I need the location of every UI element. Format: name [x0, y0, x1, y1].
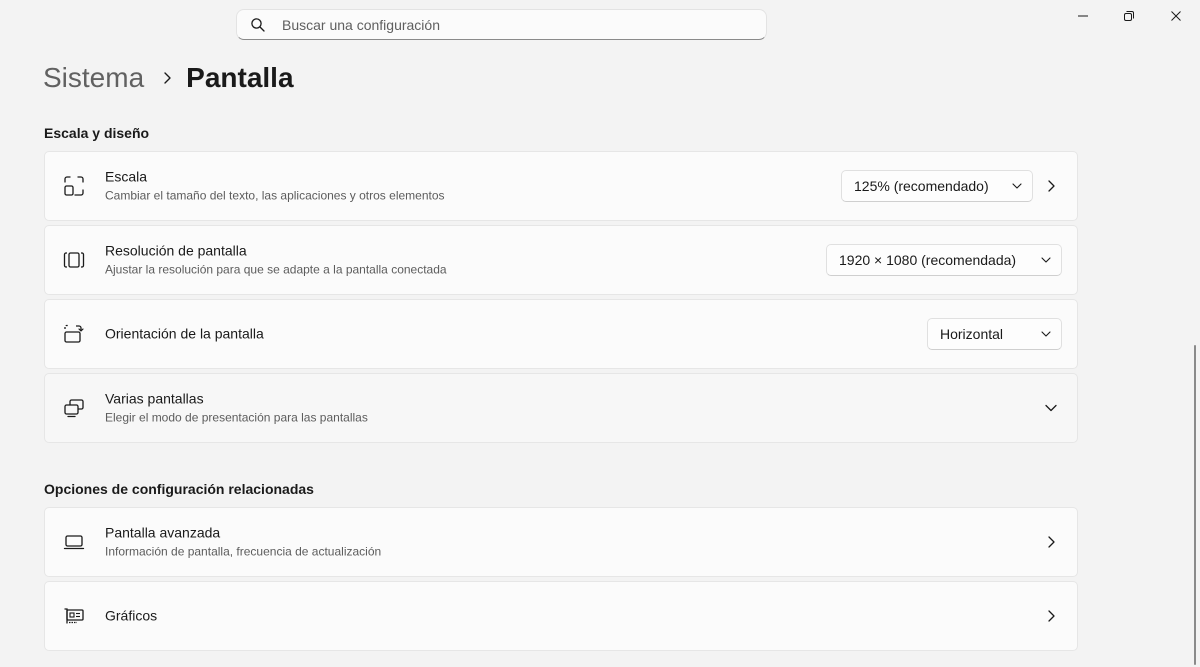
chevron-right-icon[interactable] [1043, 178, 1059, 194]
graphics-title: Gráficos [105, 607, 158, 624]
orientation-title: Orientación de la pantalla [105, 325, 264, 342]
resolution-dropdown-value: 1920 × 1080 (recomendada) [839, 252, 1017, 268]
breadcrumb-chevron-icon [162, 71, 172, 85]
setting-graphics[interactable]: Gráficos [44, 581, 1078, 651]
setting-orientation: Orientación de la pantalla Horizontal [44, 299, 1078, 369]
graphics-card-icon [62, 604, 86, 628]
scale-icon [62, 174, 86, 198]
breadcrumb: Sistema Pantalla [43, 58, 294, 98]
resolution-subtitle: Ajustar la resolución para que se adapte… [105, 262, 447, 277]
minimize-button[interactable] [1060, 0, 1106, 32]
search-input[interactable] [280, 15, 766, 34]
setting-multiple-displays[interactable]: Varias pantallas Elegir el modo de prese… [44, 373, 1078, 443]
setting-advanced-display[interactable]: Pantalla avanzada Información de pantall… [44, 507, 1078, 577]
section-title-related: Opciones de configuración relacionadas [44, 481, 314, 497]
breadcrumb-parent[interactable]: Sistema [43, 62, 144, 94]
advanced-display-subtitle: Información de pantalla, frecuencia de a… [105, 544, 382, 559]
setting-resolution: Resolución de pantalla Ajustar la resolu… [44, 225, 1078, 295]
chevron-down-icon[interactable] [1043, 400, 1059, 416]
chevron-down-icon [1041, 331, 1051, 337]
close-button[interactable] [1153, 0, 1199, 32]
scale-title: Escala [105, 168, 148, 185]
multiple-displays-icon [62, 396, 86, 420]
resolution-dropdown[interactable]: 1920 × 1080 (recomendada) [826, 244, 1062, 276]
chevron-right-icon[interactable] [1043, 534, 1059, 550]
minimize-icon [1078, 15, 1088, 17]
scrollbar[interactable] [1194, 345, 1196, 665]
advanced-display-title: Pantalla avanzada [105, 524, 221, 541]
chevron-down-icon [1041, 257, 1051, 263]
setting-scale[interactable]: Escala Cambiar el tamaño del texto, las … [44, 151, 1078, 221]
chevron-down-icon [1012, 183, 1022, 189]
settings-window: Sistema Pantalla Escala y diseño Escala … [0, 0, 1200, 667]
close-icon [1171, 11, 1181, 21]
page-title: Pantalla [186, 62, 294, 93]
multiple-displays-title: Varias pantallas [105, 390, 204, 407]
multiple-displays-subtitle: Elegir el modo de presentación para las … [105, 410, 368, 425]
restore-icon [1124, 11, 1134, 21]
section-title-layout: Escala y diseño [44, 125, 150, 141]
laptop-icon [62, 530, 86, 554]
orientation-icon [62, 322, 86, 346]
search-icon [251, 17, 265, 32]
scale-subtitle: Cambiar el tamaño del texto, las aplicac… [105, 188, 445, 203]
chevron-right-icon[interactable] [1043, 608, 1059, 624]
resolution-icon [62, 248, 86, 272]
search-box[interactable] [236, 9, 767, 40]
scale-dropdown-value: 125% (recomendado) [854, 178, 989, 194]
restore-button[interactable] [1106, 0, 1152, 32]
resolution-title: Resolución de pantalla [105, 242, 247, 259]
orientation-dropdown[interactable]: Horizontal [927, 318, 1062, 350]
orientation-dropdown-value: Horizontal [940, 326, 1004, 342]
scale-dropdown[interactable]: 125% (recomendado) [841, 170, 1033, 202]
